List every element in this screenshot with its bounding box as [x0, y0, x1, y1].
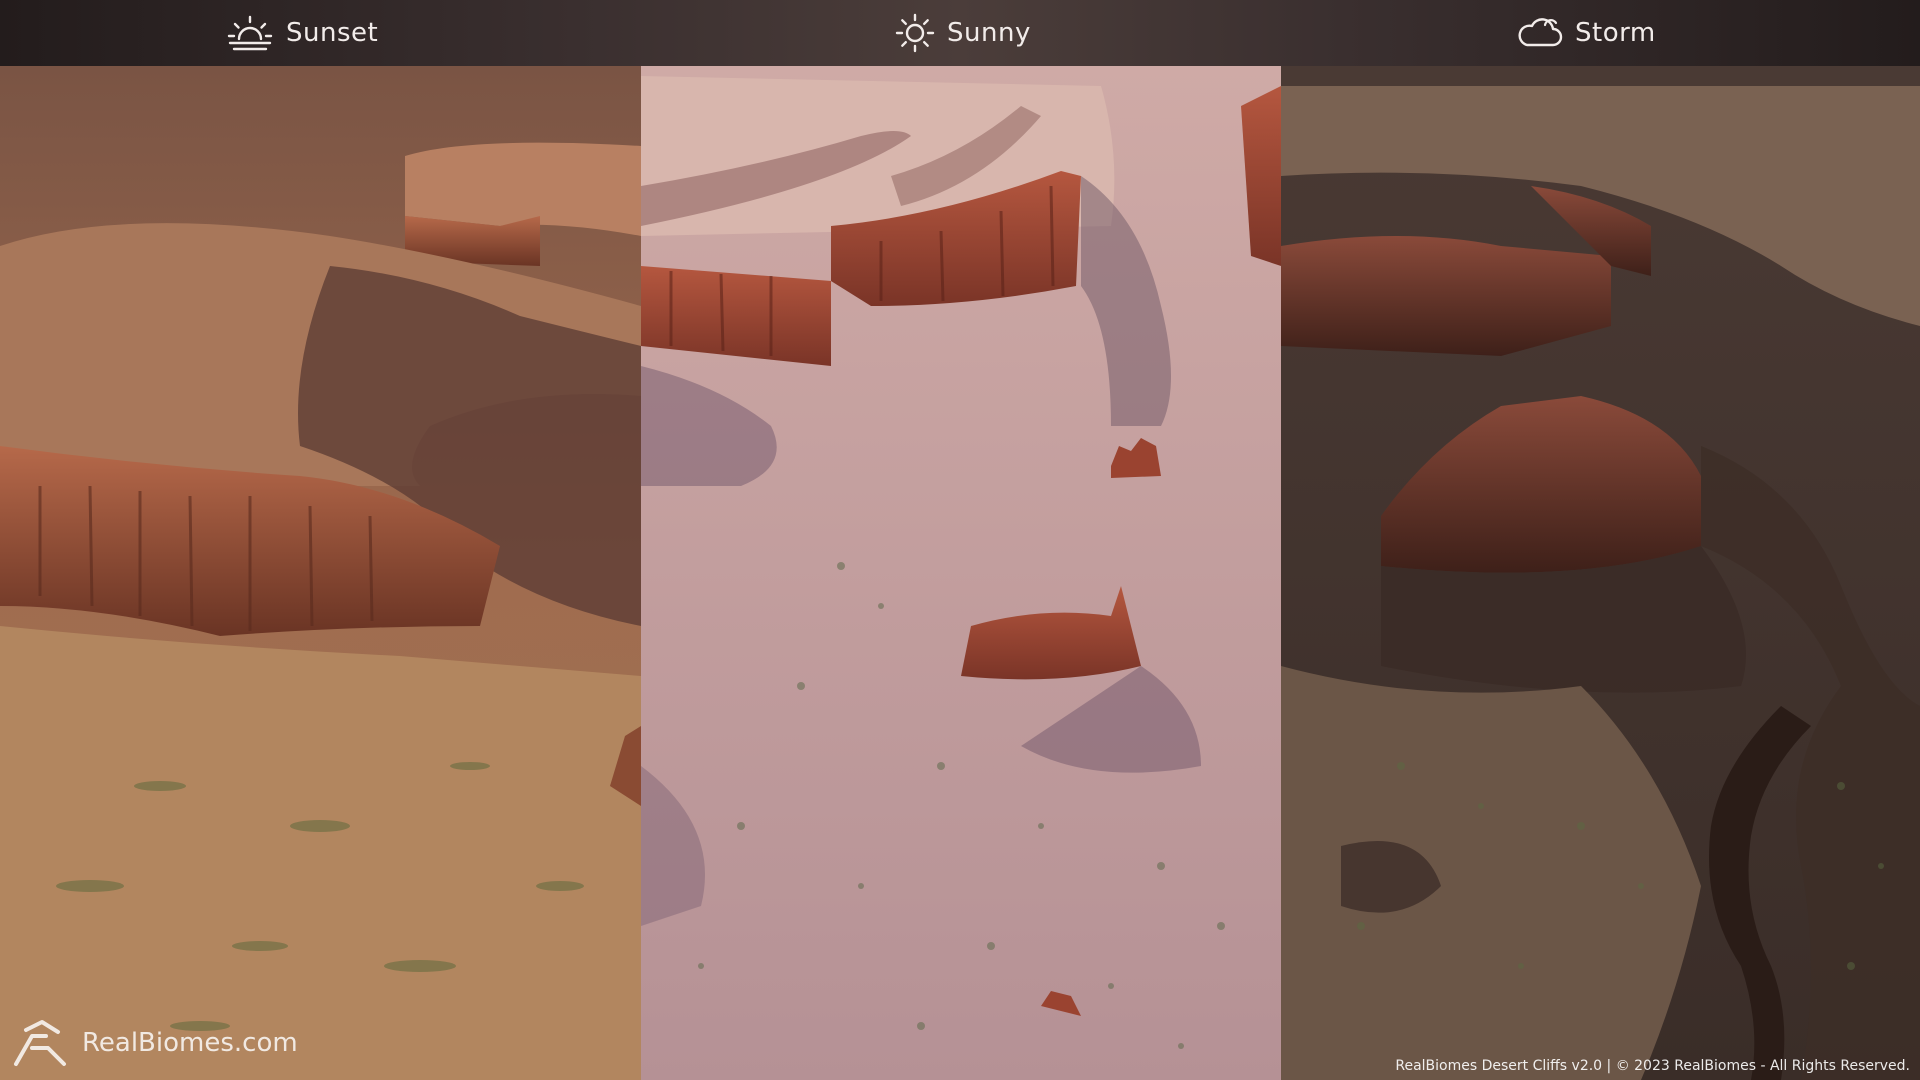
realbiomes-logo-icon	[12, 1018, 70, 1068]
tab-storm-label: Storm	[1575, 18, 1656, 48]
tab-sunset-label: Sunset	[286, 18, 379, 48]
sun-icon	[895, 13, 935, 53]
storm-landscape-image	[1281, 66, 1920, 1080]
logo-text: RealBiomes.com	[82, 1028, 298, 1058]
tab-sunny-label: Sunny	[947, 18, 1031, 48]
sunset-panel: RealBiomes.com	[0, 66, 641, 1080]
storm-panel: RealBiomes Desert Cliffs v2.0 | © 2023 R…	[1281, 66, 1920, 1080]
sunset-icon	[226, 13, 274, 53]
cloud-icon	[1515, 15, 1563, 51]
sunset-landscape-image	[0, 66, 641, 1080]
comparison-stage: Sunset Sunny Storm RealBiomes.com RealBi…	[0, 0, 1920, 1080]
brand-logo[interactable]: RealBiomes.com	[12, 1018, 298, 1068]
tab-storm[interactable]: Storm	[1515, 0, 1656, 66]
sunny-panel	[641, 66, 1281, 1080]
copyright-notice: RealBiomes Desert Cliffs v2.0 | © 2023 R…	[1395, 1058, 1910, 1074]
tab-sunset[interactable]: Sunset	[226, 0, 378, 66]
header-bar: Sunset Sunny Storm	[0, 0, 1920, 66]
sunny-landscape-image	[641, 66, 1281, 1080]
tab-sunny[interactable]: Sunny	[895, 0, 1031, 66]
